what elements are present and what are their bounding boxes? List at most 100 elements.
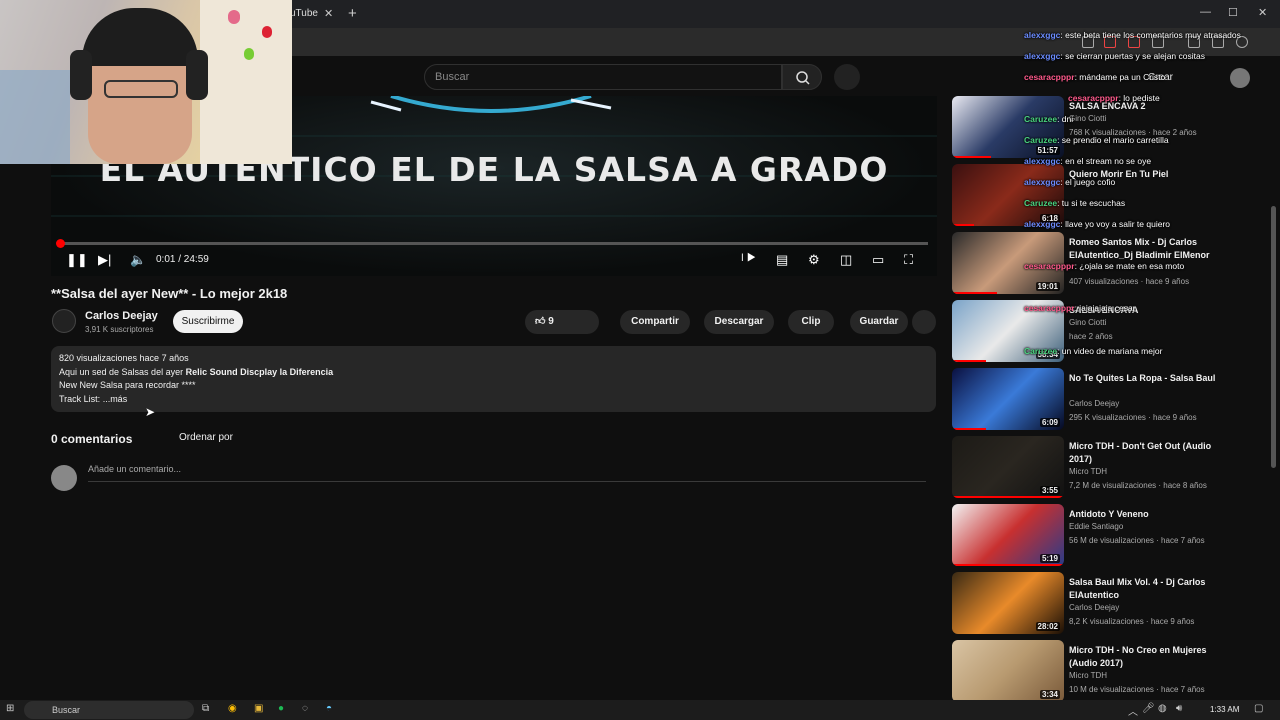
- app-icon[interactable]: ◌: [302, 703, 308, 714]
- webcam-balloon: [244, 48, 254, 60]
- chat-message: Caruzee: un video de mariana mejor: [1024, 346, 1162, 357]
- scrub-handle[interactable]: [56, 239, 65, 248]
- chat-text: : un video de mariana mejor: [1057, 346, 1163, 356]
- taskbar-search[interactable]: Buscar: [24, 701, 194, 719]
- tray-chevron-icon[interactable]: ︿: [1128, 703, 1138, 718]
- theater-mode-icon[interactable]: ▭: [872, 252, 884, 268]
- settings-gear-icon[interactable]: ⚙: [808, 252, 820, 268]
- chat-message: Caruzee: se prendio el mario carretilla: [1024, 135, 1169, 146]
- chrome-icon[interactable]: ◉: [228, 703, 237, 714]
- chat-message: cesaracpppr: mándame pa un Cristo: [1024, 72, 1165, 83]
- recommended-meta: 56 M de visualizaciones · hace 7 años: [1069, 536, 1205, 545]
- chat-username: alexxggc: [1024, 219, 1061, 229]
- chat-message: alexxggc: el juego cofio: [1024, 177, 1115, 188]
- chat-username: cesaracpppr: [1024, 72, 1075, 82]
- recommended-video[interactable]: 5:19 Antidoto Y Veneno Eddie Santiago 56 M …: [952, 504, 1272, 568]
- clock[interactable]: 1:33 AM: [1210, 705, 1239, 714]
- recommended-video-title[interactable]: No Te Quites La Ropa - Salsa Baul: [1069, 372, 1219, 385]
- recommended-channel[interactable]: Eddie Santiago: [1069, 522, 1123, 531]
- chat-text: : dni: [1057, 114, 1074, 124]
- chat-username: alexxggc: [1024, 177, 1061, 187]
- spotify-icon[interactable]: ●: [278, 703, 284, 714]
- chat-text: : jajajajaja cesar: [1074, 303, 1136, 313]
- windows-start-icon[interactable]: ⊞: [6, 703, 14, 714]
- clip-button[interactable]: Clip: [788, 310, 834, 334]
- video-thumbnail[interactable]: 5:19: [952, 504, 1064, 566]
- video-thumbnail[interactable]: 6:09: [952, 368, 1064, 430]
- search-input[interactable]: Buscar: [424, 64, 782, 90]
- recommended-video-title[interactable]: Micro TDH - Don't Get Out (Audio 2017): [1069, 440, 1219, 466]
- download-button[interactable]: Descargar: [704, 310, 774, 334]
- streaming-app-icon[interactable]: ◓: [326, 703, 332, 714]
- recommended-video[interactable]: 28:02 Salsa Baul Mix Vol. 4 - Dj Carlos E…: [952, 572, 1272, 636]
- chat-message: Caruzee: tu si te escuchas: [1024, 198, 1125, 209]
- chat-username: alexxggc: [1024, 156, 1061, 166]
- recommended-video-title[interactable]: Antidoto Y Veneno: [1069, 508, 1219, 521]
- progress-bar[interactable]: [60, 242, 928, 245]
- recommended-video-title[interactable]: Romeo Santos Mix - Dj Carlos ElAutentico…: [1069, 236, 1219, 262]
- like-button[interactable]: 👍︎ 9: [525, 310, 599, 334]
- maximize-icon[interactable]: ☐: [1228, 6, 1238, 19]
- recommended-channel[interactable]: Gino Ciotti: [1069, 318, 1106, 327]
- video-thumbnail[interactable]: 28:02: [952, 572, 1064, 634]
- description-box[interactable]: 820 visualizaciones hace 7 años Aqui un …: [51, 346, 936, 412]
- comment-input[interactable]: Añade un comentario...: [88, 464, 926, 482]
- next-icon[interactable]: ▶|: [98, 252, 111, 268]
- recommended-channel[interactable]: Gino Ciotti: [1069, 114, 1106, 123]
- recommended-meta: 407 visualizaciones · hace 9 años: [1069, 277, 1190, 286]
- more-actions-button[interactable]: [912, 310, 936, 334]
- task-view-icon[interactable]: ⧉: [202, 703, 209, 714]
- recommended-channel[interactable]: Carlos Deejay: [1069, 603, 1119, 612]
- recommended-channel[interactable]: Carlos Deejay: [1069, 399, 1119, 408]
- video-duration: 51:57: [1035, 146, 1060, 155]
- webcam-wall: [200, 0, 292, 164]
- subscribe-button[interactable]: Suscribirme: [173, 310, 243, 333]
- pause-icon[interactable]: ❚❚: [66, 252, 88, 268]
- recommended-video[interactable]: 6:09 No Te Quites La Ropa - Salsa Baul Car…: [952, 368, 1272, 432]
- recommended-video[interactable]: 3:34 Micro TDH - No Creo en Mujeres (Audi…: [952, 640, 1272, 704]
- show-more-link[interactable]: ...más: [103, 394, 128, 404]
- new-tab-button[interactable]: +: [348, 5, 357, 22]
- chat-text: : mándame pa un Cristo: [1074, 72, 1166, 82]
- recommended-video[interactable]: 3:55 Micro TDH - Don't Get Out (Audio 201…: [952, 436, 1272, 500]
- microphone-icon[interactable]: 🎤︎: [1142, 703, 1155, 714]
- share-button[interactable]: Compartir: [620, 310, 690, 334]
- video-thumbnail[interactable]: 3:34: [952, 640, 1064, 702]
- chat-message: cesaracpppr: lo pediste: [1068, 93, 1160, 104]
- recommended-video-title[interactable]: Micro TDH - No Creo en Mujeres (Audio 20…: [1069, 644, 1219, 670]
- video-thumbnail[interactable]: 3:55: [952, 436, 1064, 498]
- watched-progress-bar: [952, 224, 975, 226]
- page-scrollbar[interactable]: [1271, 206, 1276, 468]
- description-stats: 820 visualizaciones hace 7 años: [59, 353, 189, 363]
- recommended-channel[interactable]: Micro TDH: [1069, 467, 1107, 476]
- miniplayer-icon[interactable]: ◫: [840, 252, 852, 268]
- video-thumbnail[interactable]: 6:18: [952, 164, 1064, 226]
- subtitles-icon[interactable]: ▤: [776, 252, 788, 268]
- sort-comments-button[interactable]: Ordenar por: [179, 432, 233, 443]
- autoplay-toggle-icon[interactable]: ⏽▶: [738, 252, 756, 265]
- volume-icon[interactable]: 🔈: [130, 252, 146, 268]
- network-icon[interactable]: ◍: [1158, 703, 1167, 714]
- voice-search-button[interactable]: [834, 64, 860, 90]
- recommended-video-title[interactable]: Salsa Baul Mix Vol. 4 - Dj Carlos ElAute…: [1069, 576, 1219, 602]
- comments-count: 0 comentarios: [51, 432, 133, 446]
- save-button[interactable]: Guardar: [850, 310, 908, 334]
- account-avatar[interactable]: [1230, 68, 1250, 88]
- close-window-icon[interactable]: ✕: [1258, 6, 1267, 19]
- recommended-channel[interactable]: Micro TDH: [1069, 671, 1107, 680]
- fullscreen-icon[interactable]: ⛶: [904, 252, 913, 268]
- file-explorer-icon[interactable]: ▣: [254, 703, 263, 714]
- close-tab-icon[interactable]: ✕: [324, 7, 333, 20]
- webcam-headphone: [186, 50, 208, 100]
- chat-message: alexxggc: este beta tiene los comentario…: [1024, 30, 1241, 41]
- recommended-meta: hace 2 años: [1069, 332, 1113, 341]
- recommended-video[interactable]: 51:57 SALSA ENCAVA 2 Gino Ciotti 768 K visu…: [952, 96, 1272, 160]
- search-button[interactable]: [782, 64, 822, 90]
- minimize-icon[interactable]: —: [1200, 6, 1211, 18]
- video-thumbnail[interactable]: 51:57: [952, 96, 1064, 158]
- speaker-icon[interactable]: 🔊︎: [1176, 703, 1182, 714]
- channel-avatar[interactable]: [52, 309, 76, 333]
- channel-name[interactable]: Carlos Deejay: [85, 310, 158, 322]
- chat-text: : tu si te escuchas: [1057, 198, 1126, 208]
- notifications-icon[interactable]: ▢: [1254, 703, 1263, 714]
